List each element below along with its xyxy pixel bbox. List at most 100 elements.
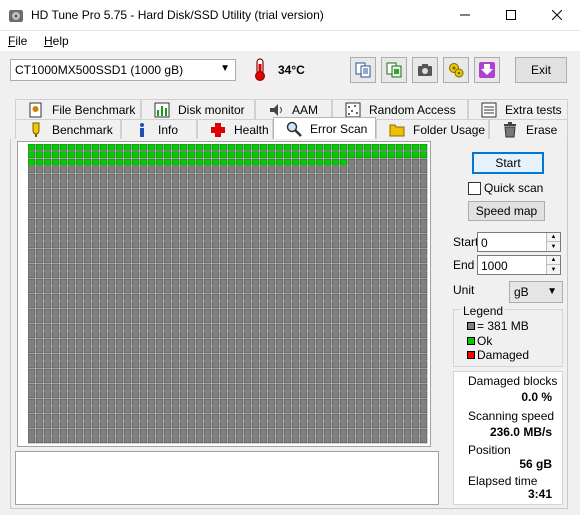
block-pending — [28, 218, 36, 226]
tab-error-scan[interactable]: Error Scan — [273, 117, 376, 139]
spin-down-icon[interactable]: ▼ — [546, 265, 560, 274]
unit-select[interactable]: gB ▼ — [509, 281, 563, 303]
exit-button[interactable]: Exit — [515, 57, 567, 83]
block-pending — [163, 421, 172, 429]
block-pending — [51, 331, 60, 339]
block-pending — [419, 331, 428, 339]
copy-text-button[interactable] — [350, 57, 376, 83]
block-pending — [411, 413, 420, 421]
block-pending — [51, 436, 60, 444]
tab-aam[interactable]: AAM — [255, 99, 332, 119]
block-pending — [67, 181, 76, 189]
block-pending — [83, 323, 92, 331]
block-pending — [219, 211, 228, 219]
screenshot-button[interactable] — [412, 57, 438, 83]
block-pending — [211, 278, 220, 286]
start-position-input[interactable]: 0 ▲ ▼ — [477, 232, 561, 252]
block-pending — [211, 241, 220, 249]
block-ok — [259, 151, 268, 159]
block-pending — [291, 323, 300, 331]
tab-health[interactable]: Health — [197, 119, 273, 139]
options-button[interactable] — [443, 57, 469, 83]
block-pending — [299, 226, 308, 234]
block-pending — [315, 211, 324, 219]
block-pending — [315, 278, 324, 286]
block-pending — [307, 196, 316, 204]
close-button[interactable] — [534, 0, 580, 30]
tab-benchmark[interactable]: Benchmark — [15, 119, 121, 139]
spin-down-icon[interactable]: ▼ — [546, 242, 560, 251]
block-pending — [99, 166, 108, 174]
block-pending — [251, 436, 260, 444]
block-pending — [363, 323, 372, 331]
block-pending — [323, 316, 332, 324]
block-pending — [147, 203, 156, 211]
start-scan-button[interactable]: Start — [472, 152, 544, 174]
block-pending — [35, 203, 44, 211]
menu-file[interactable]: File — [8, 34, 27, 48]
block-ok — [395, 151, 404, 159]
block-pending — [99, 181, 108, 189]
block-pending — [379, 248, 388, 256]
tab-random-access[interactable]: Random Access — [332, 99, 468, 119]
block-pending — [28, 421, 36, 429]
drive-select[interactable]: CT1000MX500SSD1 (1000 gB) ▼ — [10, 59, 236, 81]
block-pending — [379, 256, 388, 264]
block-pending — [28, 271, 36, 279]
block-pending — [307, 173, 316, 181]
quick-scan-checkbox[interactable]: Quick scan — [468, 181, 543, 195]
copy-image-button[interactable] — [381, 57, 407, 83]
block-pending — [28, 353, 36, 361]
block-pending — [203, 338, 212, 346]
block-pending — [59, 368, 68, 376]
block-pending — [99, 248, 108, 256]
end-position-input[interactable]: 1000 ▲ ▼ — [477, 255, 561, 275]
tab-info[interactable]: Info — [121, 119, 197, 139]
block-pending — [347, 271, 356, 279]
maximize-button[interactable] — [488, 0, 534, 30]
block-pending — [363, 211, 372, 219]
block-pending — [379, 166, 388, 174]
block-pending — [147, 338, 156, 346]
block-pending — [395, 323, 404, 331]
title-bar: HD Tune Pro 5.75 - Hard Disk/SSD Utility… — [0, 0, 580, 31]
spin-up-icon[interactable]: ▲ — [546, 233, 560, 242]
block-pending — [395, 428, 404, 436]
block-ok — [187, 158, 196, 166]
block-pending — [371, 263, 380, 271]
block-pending — [355, 181, 364, 189]
block-ok — [67, 144, 76, 151]
block-pending — [59, 331, 68, 339]
quick-scan-box[interactable] — [468, 181, 481, 195]
block-pending — [371, 398, 380, 406]
block-ok — [203, 144, 212, 151]
block-pending — [171, 353, 180, 361]
minimize-button[interactable] — [442, 0, 488, 30]
block-pending — [419, 383, 428, 391]
block-pending — [195, 278, 204, 286]
tab-extra-tests[interactable]: Extra tests — [468, 99, 568, 119]
download-button[interactable] — [474, 57, 500, 83]
tab-file-benchmark[interactable]: File Benchmark — [15, 99, 141, 119]
block-pending — [251, 218, 260, 226]
tab-folder-usage[interactable]: Folder Usage — [376, 119, 489, 139]
tab-erase[interactable]: Erase — [489, 119, 568, 139]
block-pending — [99, 173, 108, 181]
block-pending — [123, 383, 132, 391]
block-pending — [411, 391, 420, 399]
tab-disk-monitor[interactable]: Disk monitor — [141, 99, 255, 119]
speed-map-button[interactable]: Speed map — [468, 201, 545, 221]
block-pending — [195, 308, 204, 316]
menu-help[interactable]: Help — [44, 34, 69, 48]
block-pending — [59, 166, 68, 174]
block-pending — [395, 391, 404, 399]
block-pending — [323, 391, 332, 399]
block-pending — [283, 218, 292, 226]
block-pending — [411, 158, 420, 166]
legend-ok-text: Ok — [477, 334, 493, 348]
spin-up-icon[interactable]: ▲ — [546, 256, 560, 265]
block-pending — [395, 218, 404, 226]
block-pending — [203, 286, 212, 294]
block-pending — [283, 391, 292, 399]
block-pending — [123, 353, 132, 361]
